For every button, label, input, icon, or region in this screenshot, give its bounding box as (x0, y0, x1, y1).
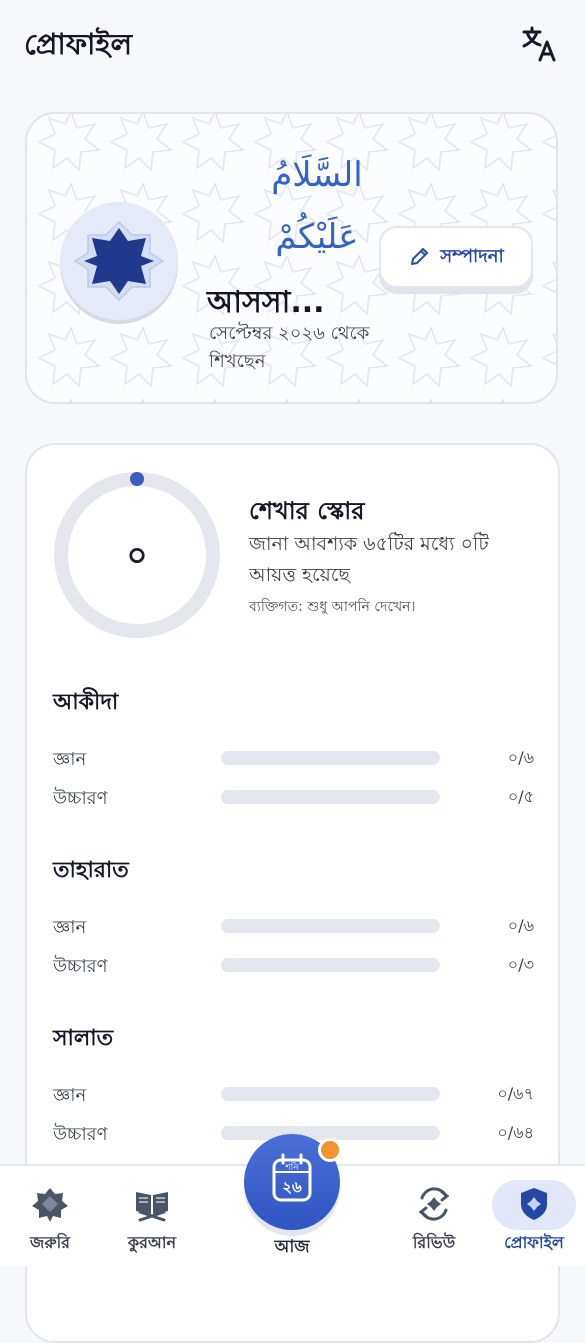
pencil-icon (411, 248, 429, 265)
star-badge-icon (32, 1188, 68, 1222)
progress-row: জ্ঞান ০/৬৭ (53, 1081, 538, 1107)
row-count: ০/৬ (507, 916, 534, 935)
progress-row: জ্ঞান ০/৬ (53, 913, 538, 939)
progress-bar (221, 958, 440, 972)
avatar[interactable] (60, 202, 178, 320)
eight-point-star-icon (73, 220, 165, 302)
progress-bar (221, 919, 440, 933)
greeting-line-1: السَّلَامُ (271, 155, 363, 195)
nav-label: জরুরি (30, 1233, 70, 1252)
row-label: জ্ঞান (53, 749, 87, 770)
nav-item-quran[interactable]: কুরআন (102, 1166, 202, 1266)
row-count: ০/৬৭ (497, 1084, 534, 1103)
translate-icon[interactable] (518, 22, 560, 64)
profile-card: السَّلَامُ عَلَيْكُمْ আসসা... সেপ্টেম্বর… (25, 112, 558, 404)
row-count: ০/৫ (507, 787, 534, 806)
section-title: তাহারাত (53, 858, 129, 883)
review-icon (418, 1187, 450, 1221)
row-count: ০/৩ (507, 955, 534, 974)
progress-bar (221, 751, 440, 765)
progress-bar (221, 1087, 440, 1101)
edit-button[interactable]: সম্পাদনা (379, 226, 533, 288)
nav-label-today: আজ (274, 1237, 310, 1257)
score-value: ০ (126, 536, 148, 574)
progress-row: উচ্চারণ ০/৫ (53, 784, 538, 810)
nav-item-essentials[interactable]: জরুরি (0, 1166, 100, 1266)
progress-bar (221, 790, 440, 804)
score-description: জানা আবশ্যক ৬৫টির মধ্যে ০টি আয়ত্ত হয়েছ… (249, 533, 489, 586)
progress-row: উচ্চারণ ০/৩ (53, 952, 538, 978)
row-label: উচ্চারণ (53, 788, 108, 809)
section-title: সালাত (53, 1026, 114, 1051)
nav-item-profile[interactable]: প্রোফাইল (484, 1166, 584, 1266)
quran-icon (136, 1192, 168, 1222)
section-title: আকীদা (53, 690, 119, 715)
row-count: ০/৬ (507, 748, 534, 767)
score-title: শেখার স্কোর (249, 497, 365, 525)
privacy-note: ব্যক্তিগত: শুধু আপনি দেখেন। (249, 599, 416, 615)
row-count: ০/৬৪ (497, 1123, 534, 1142)
progress-row: জ্ঞান ০/৬ (53, 745, 538, 771)
row-label: উচ্চারণ (53, 956, 108, 977)
nav-label: প্রোফাইল (504, 1233, 564, 1252)
page-title: প্রোফাইল (24, 27, 133, 61)
learning-since: সেপ্টেম্বর ২০২৬ থেকে শিখছেন (209, 323, 370, 372)
nav-item-review[interactable]: রিভিউ (384, 1166, 484, 1266)
notification-dot (318, 1138, 342, 1162)
row-label: উচ্চারণ (53, 1124, 108, 1145)
nav-label: কুরআন (127, 1233, 177, 1252)
row-label: জ্ঞান (53, 917, 87, 938)
shield-icon (521, 1188, 547, 1220)
calendar-weekday: শনি (285, 1163, 299, 1173)
calendar-day: ২৬ (282, 1178, 302, 1196)
edit-button-label: সম্পাদনা (440, 245, 504, 267)
row-label: জ্ঞান (53, 1085, 87, 1106)
nav-label: রিভিউ (412, 1233, 456, 1252)
app-header: প্রোফাইল (0, 0, 585, 90)
